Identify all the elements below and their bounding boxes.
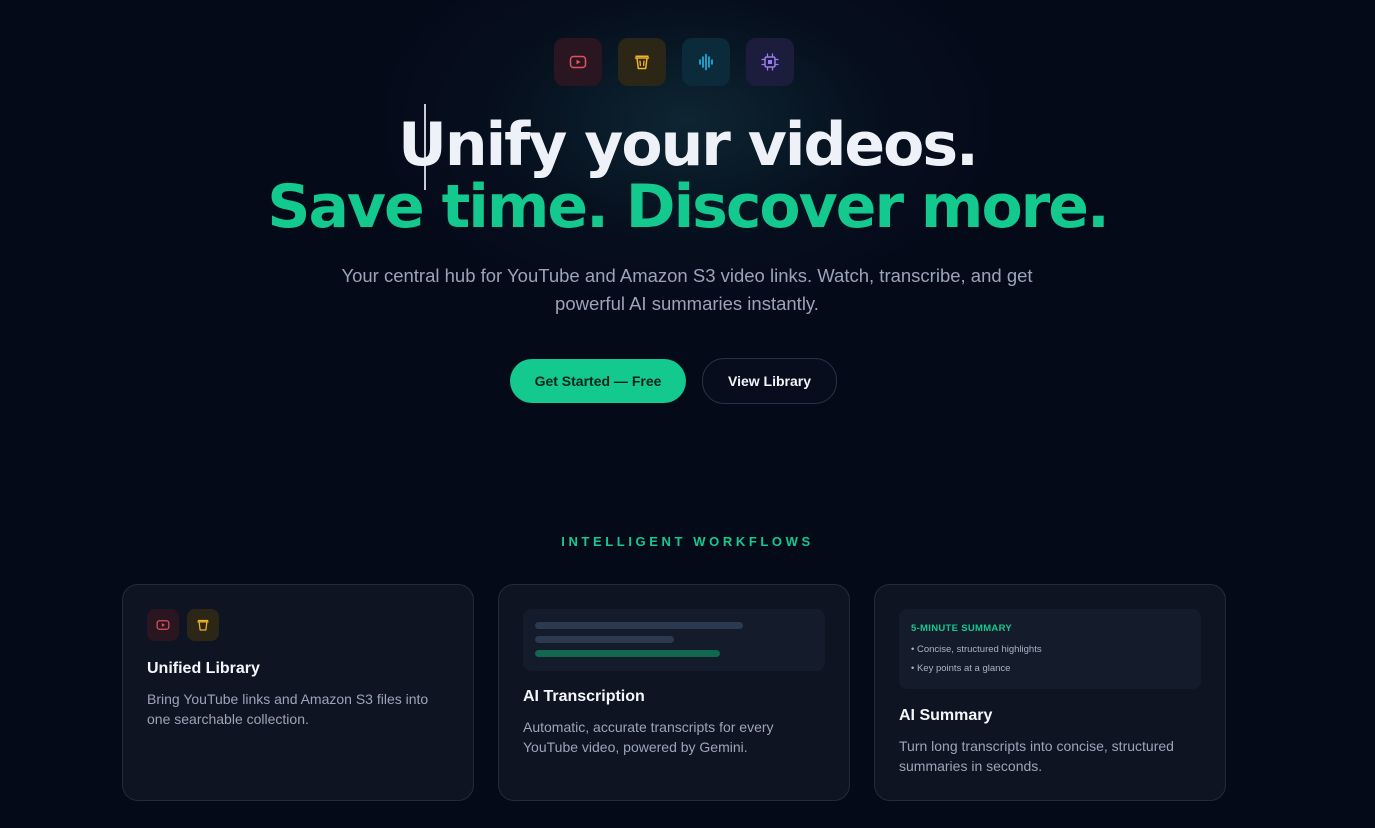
summary-preview-title: 5-MINUTE SUMMARY (911, 623, 1013, 634)
get-started-button[interactable]: Get Started — Free (510, 359, 686, 403)
feature-card-ai-summary: 5-MINUTE SUMMARY • Concise, structured h… (874, 584, 1226, 801)
bucket-icon (618, 38, 666, 86)
audio-wave-icon (682, 38, 730, 86)
feature-card-ai-transcription: AI Transcription Automatic, accurate tra… (498, 584, 850, 801)
chip-icon (746, 38, 794, 86)
card-title: AI Transcription (523, 688, 645, 705)
summary-preview: 5-MINUTE SUMMARY • Concise, structured h… (899, 609, 1201, 689)
view-library-button[interactable]: View Library (702, 358, 837, 404)
card-title: AI Summary (899, 707, 993, 724)
summary-preview-item: • Key points at a glance (911, 663, 1011, 674)
card-description: Automatic, accurate transcripts for ever… (523, 719, 774, 755)
transcript-preview (523, 609, 825, 671)
card-description: Bring YouTube links and Amazon S3 files … (147, 691, 429, 727)
transcript-line (535, 622, 743, 629)
hero-icon-row (554, 38, 794, 86)
card-title: Unified Library (147, 660, 260, 677)
headline-line-2: Save time. Discover more. (267, 172, 1110, 242)
summary-preview-item: • Concise, structured highlights (911, 644, 1042, 655)
hero-subtitle: Your central hub for YouTube and Amazon … (341, 265, 1033, 314)
transcript-line (535, 636, 674, 643)
card-description: Turn long transcripts into concise, stru… (899, 738, 1174, 774)
youtube-icon (147, 609, 179, 641)
card-icon-row (147, 609, 219, 641)
section-label: INTELLIGENT WORKFLOWS (561, 534, 814, 549)
feature-card-unified-library: Unified Library Bring YouTube links and … (122, 584, 474, 801)
bucket-icon (187, 609, 219, 641)
youtube-icon (554, 38, 602, 86)
transcript-line-highlight (535, 650, 720, 657)
landing-page: Unify your videos. Save time. Discover m… (0, 0, 1375, 828)
headline-line-1: Unify your videos. (398, 110, 979, 180)
